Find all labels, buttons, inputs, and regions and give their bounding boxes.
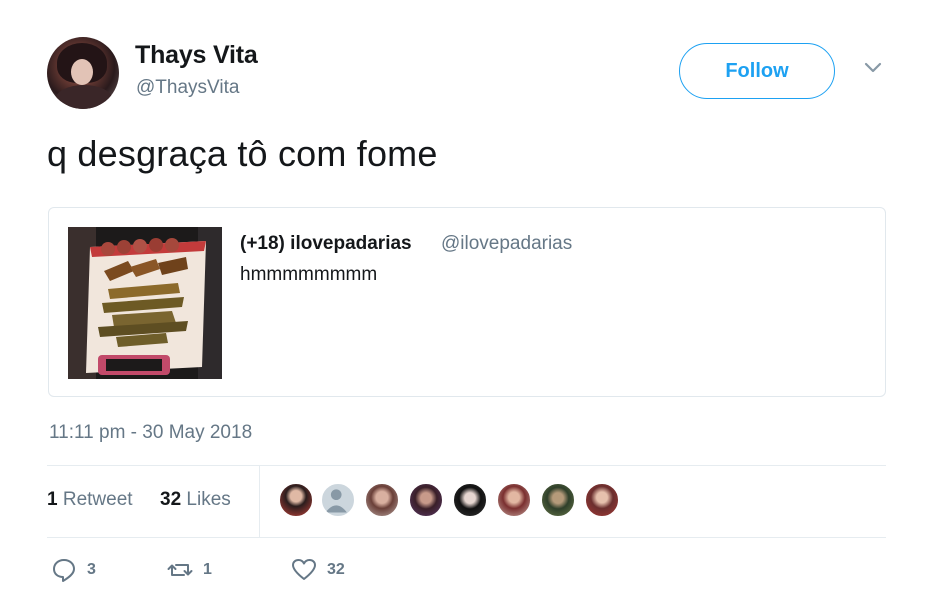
divider: [47, 537, 886, 538]
author-handle[interactable]: @ThaysVita: [136, 77, 239, 99]
retweets-label: Retweet: [62, 489, 133, 510]
liker-avatar[interactable]: [452, 482, 488, 518]
tweet-actions: 3 1 32: [47, 552, 467, 592]
reply-icon: [53, 559, 75, 582]
quoted-tweet-author-name[interactable]: (+18) ilovepadarias: [240, 233, 412, 255]
likes-stat[interactable]: 32 Likes: [160, 489, 231, 511]
liker-avatar[interactable]: [408, 482, 444, 518]
retweets-stat[interactable]: 1 Retweet: [47, 489, 133, 511]
heart-icon: [292, 559, 316, 580]
likes-label: Likes: [186, 489, 231, 510]
stats-divider: [259, 465, 260, 537]
author-avatar[interactable]: [47, 37, 119, 109]
quoted-tweet-author-handle[interactable]: @ilovepadarias: [441, 233, 572, 255]
follow-button[interactable]: Follow: [679, 43, 835, 99]
liker-avatar[interactable]: [320, 482, 356, 518]
tweet-header: Thays Vita @ThaysVita Follow: [47, 37, 889, 109]
reply-button[interactable]: 3: [51, 557, 96, 583]
tweet-text: q desgraça tô com fome: [47, 133, 438, 174]
retweet-button[interactable]: 1: [167, 557, 212, 583]
author-display-name[interactable]: Thays Vita: [135, 41, 258, 70]
retweet-count: 1: [203, 561, 212, 578]
default-user-icon: [325, 489, 347, 513]
likes-count: 32: [160, 489, 182, 510]
liker-avatar[interactable]: [496, 482, 532, 518]
liker-avatar[interactable]: [364, 482, 400, 518]
quoted-tweet-image[interactable]: [68, 227, 222, 379]
quoted-tweet-text: hmmmmmmmm: [240, 264, 378, 285]
tweet-stats: 1 Retweet 32 Likes: [47, 465, 886, 537]
liker-avatar[interactable]: [540, 482, 576, 518]
reply-count: 3: [87, 561, 96, 578]
tweet-timestamp[interactable]: 11:11 pm - 30 May 2018: [49, 422, 252, 444]
like-button[interactable]: 32: [291, 557, 345, 583]
liker-avatar[interactable]: [584, 482, 620, 518]
retweets-count: 1: [47, 489, 58, 510]
retweet-icon: [167, 564, 193, 576]
liker-avatar[interactable]: [278, 482, 314, 518]
quoted-tweet-card[interactable]: (+18) ilovepadarias @ilovepadarias hmmmm…: [48, 207, 886, 397]
like-count: 32: [327, 561, 345, 578]
chevron-down-icon[interactable]: [863, 61, 883, 75]
